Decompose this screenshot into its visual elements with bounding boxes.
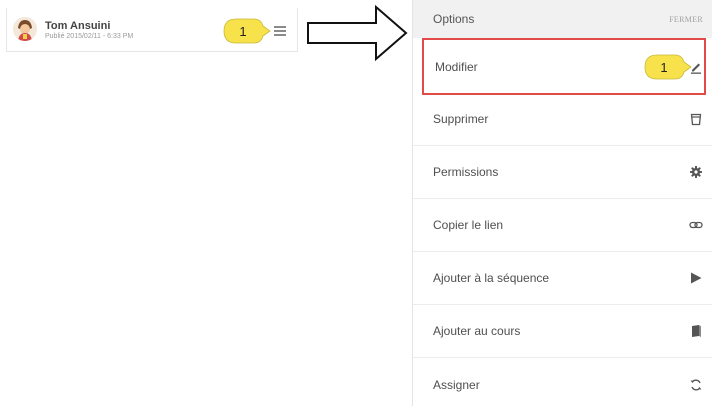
menu-icon[interactable] [274, 26, 286, 36]
author-name[interactable]: Tom Ansuini [45, 20, 110, 32]
book-icon [692, 325, 701, 337]
pencil-icon [691, 63, 701, 74]
step-callout-left: 1 [223, 18, 271, 44]
menu-item-assigner[interactable]: Assigner [413, 358, 712, 411]
menu-item-ajouter-cours[interactable]: Ajouter au cours [413, 305, 712, 358]
menu-item-label: Ajouter à la séquence [433, 271, 550, 285]
menu-item-permissions[interactable]: Permissions [413, 146, 712, 199]
menu-item-label: Supprimer [433, 112, 489, 126]
gear-icon [690, 166, 702, 178]
callout-number: 1 [239, 23, 247, 39]
refresh-icon [690, 379, 702, 390]
trash-icon [690, 113, 702, 126]
callout-number: 1 [660, 59, 668, 75]
panel-title: Options [433, 12, 475, 26]
step-callout-right: 1 [644, 54, 692, 80]
menu-item-label: Copier le lien [433, 218, 504, 232]
link-icon [689, 221, 703, 229]
menu-item-label: Ajouter au cours [433, 324, 521, 338]
avatar[interactable] [13, 17, 37, 41]
post-date: Publié 2015/02/11 - 6:33 PM [45, 33, 134, 40]
post-card: Tom Ansuini Publié 2015/02/11 - 6:33 PM … [6, 8, 298, 52]
options-panel: Options FERMER Modifier 1 Supprimer Perm… [412, 0, 712, 406]
menu-item-modifier[interactable]: Modifier 1 [422, 38, 706, 95]
menu-item-ajouter-sequence[interactable]: Ajouter à la séquence [413, 252, 712, 305]
menu-item-label: Permissions [433, 165, 499, 179]
close-button[interactable]: FERMER [669, 15, 703, 24]
play-plus-icon [691, 272, 702, 284]
right-arrow-icon [307, 5, 408, 61]
menu-item-copier-lien[interactable]: Copier le lien [413, 199, 712, 252]
avatar-icon [13, 17, 37, 41]
menu-item-label: Modifier [435, 59, 478, 74]
menu-item-label: Assigner [433, 377, 480, 392]
panel-header: Options FERMER [413, 0, 712, 38]
menu-item-supprimer[interactable]: Supprimer [413, 93, 712, 146]
